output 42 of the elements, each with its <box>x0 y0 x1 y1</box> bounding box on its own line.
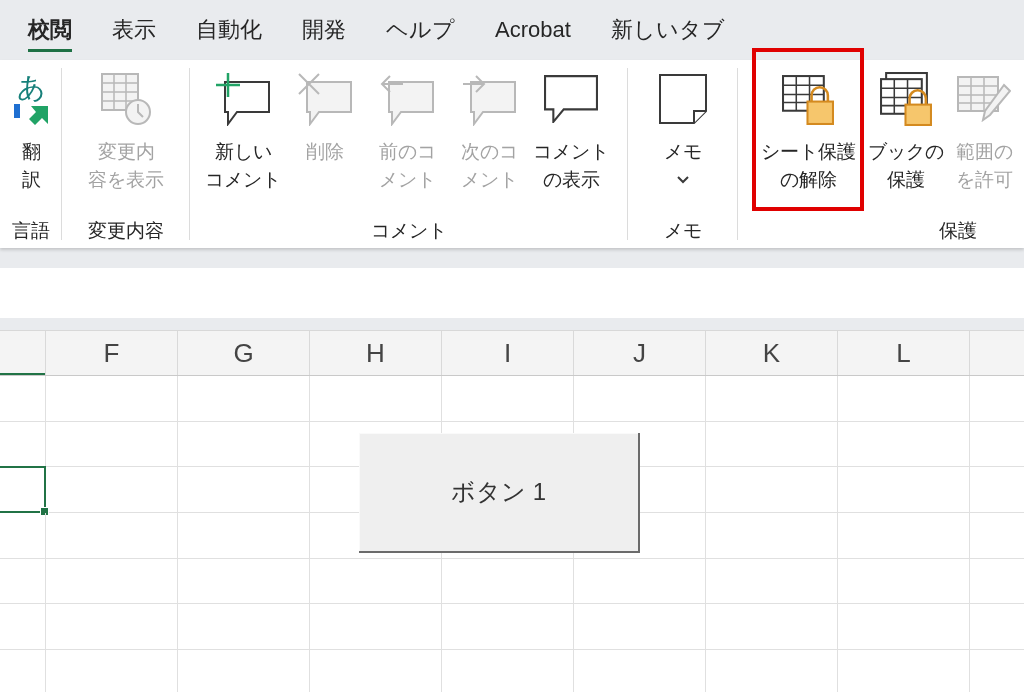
translate-glyph: あ <box>16 72 46 104</box>
column-header[interactable]: I <box>442 331 574 375</box>
column-header[interactable] <box>0 331 46 375</box>
show-comments-button[interactable]: コメント の表示 <box>531 70 611 194</box>
tab[interactable]: 開発 <box>302 15 346 52</box>
group-label: メモ <box>664 219 702 243</box>
column-header[interactable]: F <box>46 331 178 375</box>
tab[interactable]: 表示 <box>112 15 156 52</box>
column-header[interactable]: L <box>838 331 970 375</box>
tab[interactable]: 自動化 <box>196 15 262 52</box>
sheet-pencil-icon <box>957 76 1011 122</box>
fill-handle[interactable] <box>40 507 49 517</box>
sheet-lock-icon <box>782 73 834 125</box>
group-label: 保護 <box>939 219 977 243</box>
worksheet-grid[interactable]: ボタン 1 <box>0 376 1024 692</box>
comment-plus-icon <box>215 72 271 126</box>
tab[interactable]: 新しいタブ <box>610 15 725 52</box>
unprotect-sheet-button[interactable]: シート保護 の解除 <box>756 70 860 194</box>
column-header[interactable]: G <box>178 331 310 375</box>
tab[interactable]: Acrobat <box>495 15 571 52</box>
active-cell[interactable] <box>0 466 46 514</box>
column-header[interactable]: J <box>574 331 706 375</box>
form-button[interactable]: ボタン 1 <box>359 433 640 553</box>
sheet-clock-icon <box>101 73 151 125</box>
tab[interactable]: ヘルプ <box>386 15 455 52</box>
new-comment-button[interactable]: 新しい コメント <box>203 70 283 194</box>
group-label: コメント <box>371 219 447 243</box>
column-header[interactable]: H <box>310 331 442 375</box>
group-label: 言語 <box>12 219 50 243</box>
memo-button[interactable]: メモ <box>659 70 707 184</box>
comment-cross-icon <box>297 72 353 126</box>
translate-button[interactable]: あ 翻 訳 <box>14 70 48 194</box>
speech-bubble-icon <box>544 75 598 123</box>
column-header[interactable]: K <box>706 331 838 375</box>
protect-workbook-button[interactable]: ブックの 保護 <box>866 70 946 194</box>
workbook-lock-icon <box>880 72 932 126</box>
tab[interactable]: 校閲 <box>28 15 72 52</box>
comment-right-arrow-icon <box>461 72 517 126</box>
comment-left-arrow-icon <box>379 72 435 126</box>
translate-arrow-icon <box>14 104 48 126</box>
group-label: 変更内容 <box>88 219 164 243</box>
note-icon <box>659 74 707 124</box>
